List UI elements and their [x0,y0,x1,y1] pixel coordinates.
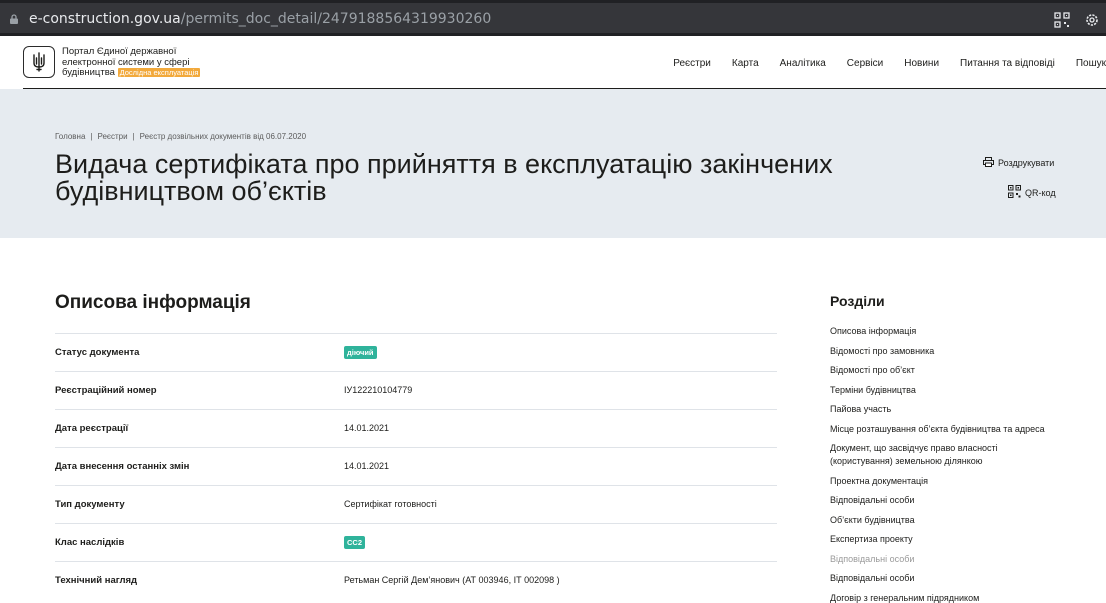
nav-search[interactable]: Пошук [1076,58,1106,69]
url-field[interactable]: e-construction.gov.ua/permits_doc_detail… [0,3,1106,33]
portal-name[interactable]: Портал Єдиної державної електронної сист… [62,46,222,79]
row-value: 14.01.2021 [344,423,390,433]
toc-item[interactable]: Відповідальні особи [830,494,1090,507]
breadcrumb-registries[interactable]: Реєстри [97,132,127,141]
trident-logo-icon[interactable] [23,46,55,78]
trial-operation-badge: Дослідна експлуатація [117,68,201,77]
toc-item[interactable]: Описова інформація [830,325,1090,338]
row-value: Сертифікат готовності [344,499,437,509]
toc-item[interactable]: (користування) земельною ділянкою [830,455,1090,468]
table-row: Дата реєстрації 14.01.2021 [55,409,777,447]
url-path: /permits_doc_detail/2479188564319930260 [180,11,492,27]
nav-map[interactable]: Карта [732,58,759,69]
settings-icon[interactable] [1084,12,1100,28]
row-key: Статус документа [55,347,140,358]
toc-item[interactable]: Проектна документація [830,475,1090,488]
printer-icon [983,157,994,169]
status-badge: діючий [344,346,377,359]
nav-services[interactable]: Сервіси [847,58,883,69]
row-key: Дата внесення останніх змін [55,461,190,472]
section-title: Описова інформація [55,292,251,313]
page-title: Видача сертифіката про прийняття в експл… [55,149,833,206]
row-key: Реєстраційний номер [55,385,157,396]
table-row: Реєстраційний номер ІУ122210104779 [55,371,777,409]
main-nav: Реєстри Карта Аналітика Сервіси Новини П… [652,58,1106,69]
toc-item[interactable]: Відомості про об’єкт [830,364,1090,377]
table-row: Технічний нагляд Ретьман Сергій Дем’янов… [55,561,777,599]
toc-item[interactable]: Відповідальні особи [830,553,1090,566]
row-key: Дата реєстрації [55,423,129,434]
row-key: Клас наслідків [55,537,125,548]
table-row: Клас наслідків СС2 [55,523,777,561]
row-value: ІУ122210104779 [344,385,413,395]
info-table: Статус документа діючий Реєстраційний но… [55,333,777,599]
qr-code-button[interactable]: QR-код [1008,185,1056,200]
toc-item[interactable]: Експертиза проекту [830,533,1090,546]
nav-faq[interactable]: Питання та відповіді [960,58,1055,69]
sections-toc: Описова інформація Відомості про замовни… [830,325,1090,603]
breadcrumb-home[interactable]: Головна [55,132,85,141]
lock-icon[interactable] [9,14,19,24]
toc-item[interactable]: Відповідальні особи [830,572,1090,585]
url-text[interactable]: e-construction.gov.ua/permits_doc_detail… [29,11,491,27]
nav-news[interactable]: Новини [904,58,939,69]
toc-item[interactable]: Відомості про замовника [830,345,1090,358]
table-row: Тип документу Сертифікат готовності [55,485,777,523]
qr-icon[interactable] [1054,12,1070,28]
breadcrumb: Головна | Реєстри | Реєстр дозвільних докуме… [55,132,307,141]
row-value: 14.01.2021 [344,461,390,471]
table-row: Дата внесення останніх змін 14.01.2021 [55,447,777,485]
nav-registries[interactable]: Реєстри [673,58,711,69]
toc-item[interactable]: Терміни будівництва [830,384,1090,397]
sidebar-title: Розділи [830,293,885,309]
toc-item[interactable]: Об’єкти будівництва [830,514,1090,527]
breadcrumb-current[interactable]: Реєстр дозвільних документів від 06.07.2… [140,132,306,141]
toc-item[interactable]: Договір з генеральним підрядником [830,592,1090,603]
toc-item[interactable]: Місце розташування об’єкта будівництва т… [830,423,1090,436]
row-key: Технічний нагляд [55,575,138,586]
site-header: Портал Єдиної державної електронної сист… [0,36,1106,92]
toc-item[interactable]: Пайова участь [830,403,1090,416]
row-key: Тип документу [55,499,125,510]
consequence-class-badge: СС2 [344,536,366,549]
qr-code-icon [1008,185,1021,200]
toc-item[interactable]: Документ, що засвідчує право власності [830,442,1090,455]
print-button[interactable]: Роздрукувати [983,157,1054,169]
hero-banner: Головна | Реєстри | Реєстр дозвільних докуме… [0,89,1106,238]
row-value: Ретьман Сергій Дем’янович (АТ 003946, ІТ… [344,575,560,585]
url-host: e-construction.gov.ua [29,11,181,27]
browser-address-bar: e-construction.gov.ua/permits_doc_detail… [0,0,1106,36]
table-row: Статус документа діючий [55,333,777,371]
nav-analytics[interactable]: Аналітика [780,58,826,69]
